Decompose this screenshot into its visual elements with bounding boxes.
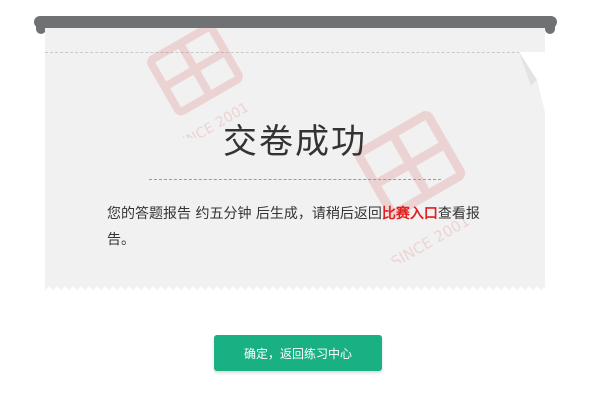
paper-torn-edge [45, 287, 545, 290]
confirm-return-button[interactable]: 确定，返回练习中心 [214, 335, 382, 371]
receipt-paper: SINCE 2001 SINCE 2001 交卷成功 您的答题报告 约五分钟 后… [45, 28, 545, 290]
page-title: 交卷成功 [223, 122, 367, 162]
title-divider [149, 179, 441, 180]
paper-fold-corner [519, 52, 545, 112]
message-text: 您的答题报告 约五分钟 后生成，请稍后返回 [107, 206, 382, 222]
paper-top-perforation [45, 52, 545, 53]
receipt-slot-bar [34, 16, 557, 34]
submission-success-page: SINCE 2001 SINCE 2001 交卷成功 您的答题报告 约五分钟 后… [0, 0, 600, 400]
report-message: 您的答题报告 约五分钟 后生成，请稍后返回比赛入口查看报告。 [107, 201, 487, 253]
contest-entry-highlight: 比赛入口 [381, 206, 438, 222]
